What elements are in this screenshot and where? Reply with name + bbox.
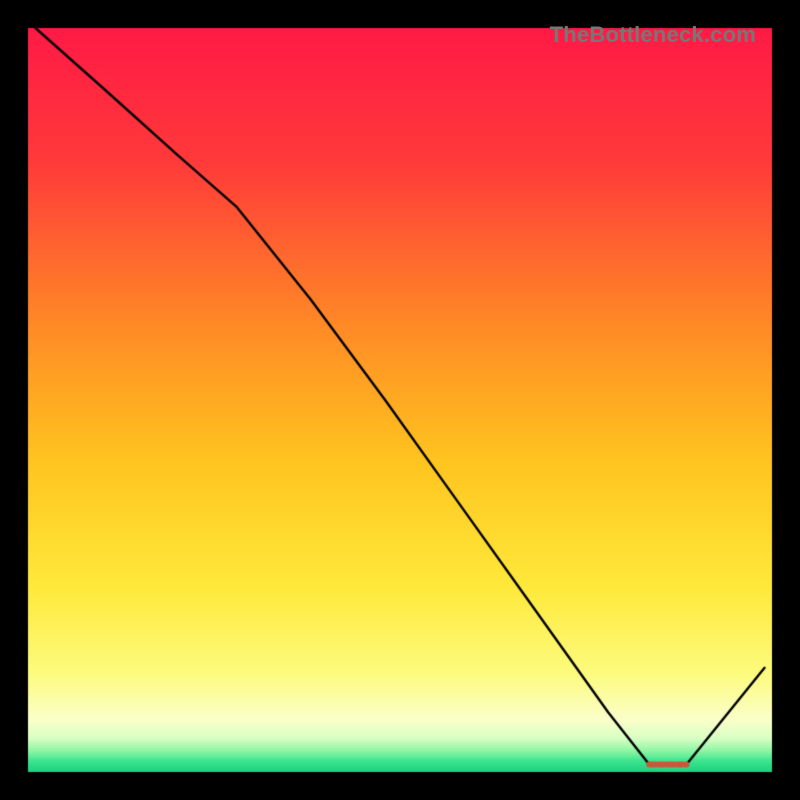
watermark-text: TheBottleneck.com bbox=[550, 22, 756, 48]
chart-frame: TheBottleneck.com bbox=[20, 20, 780, 780]
bottleneck-chart-canvas bbox=[20, 20, 780, 780]
